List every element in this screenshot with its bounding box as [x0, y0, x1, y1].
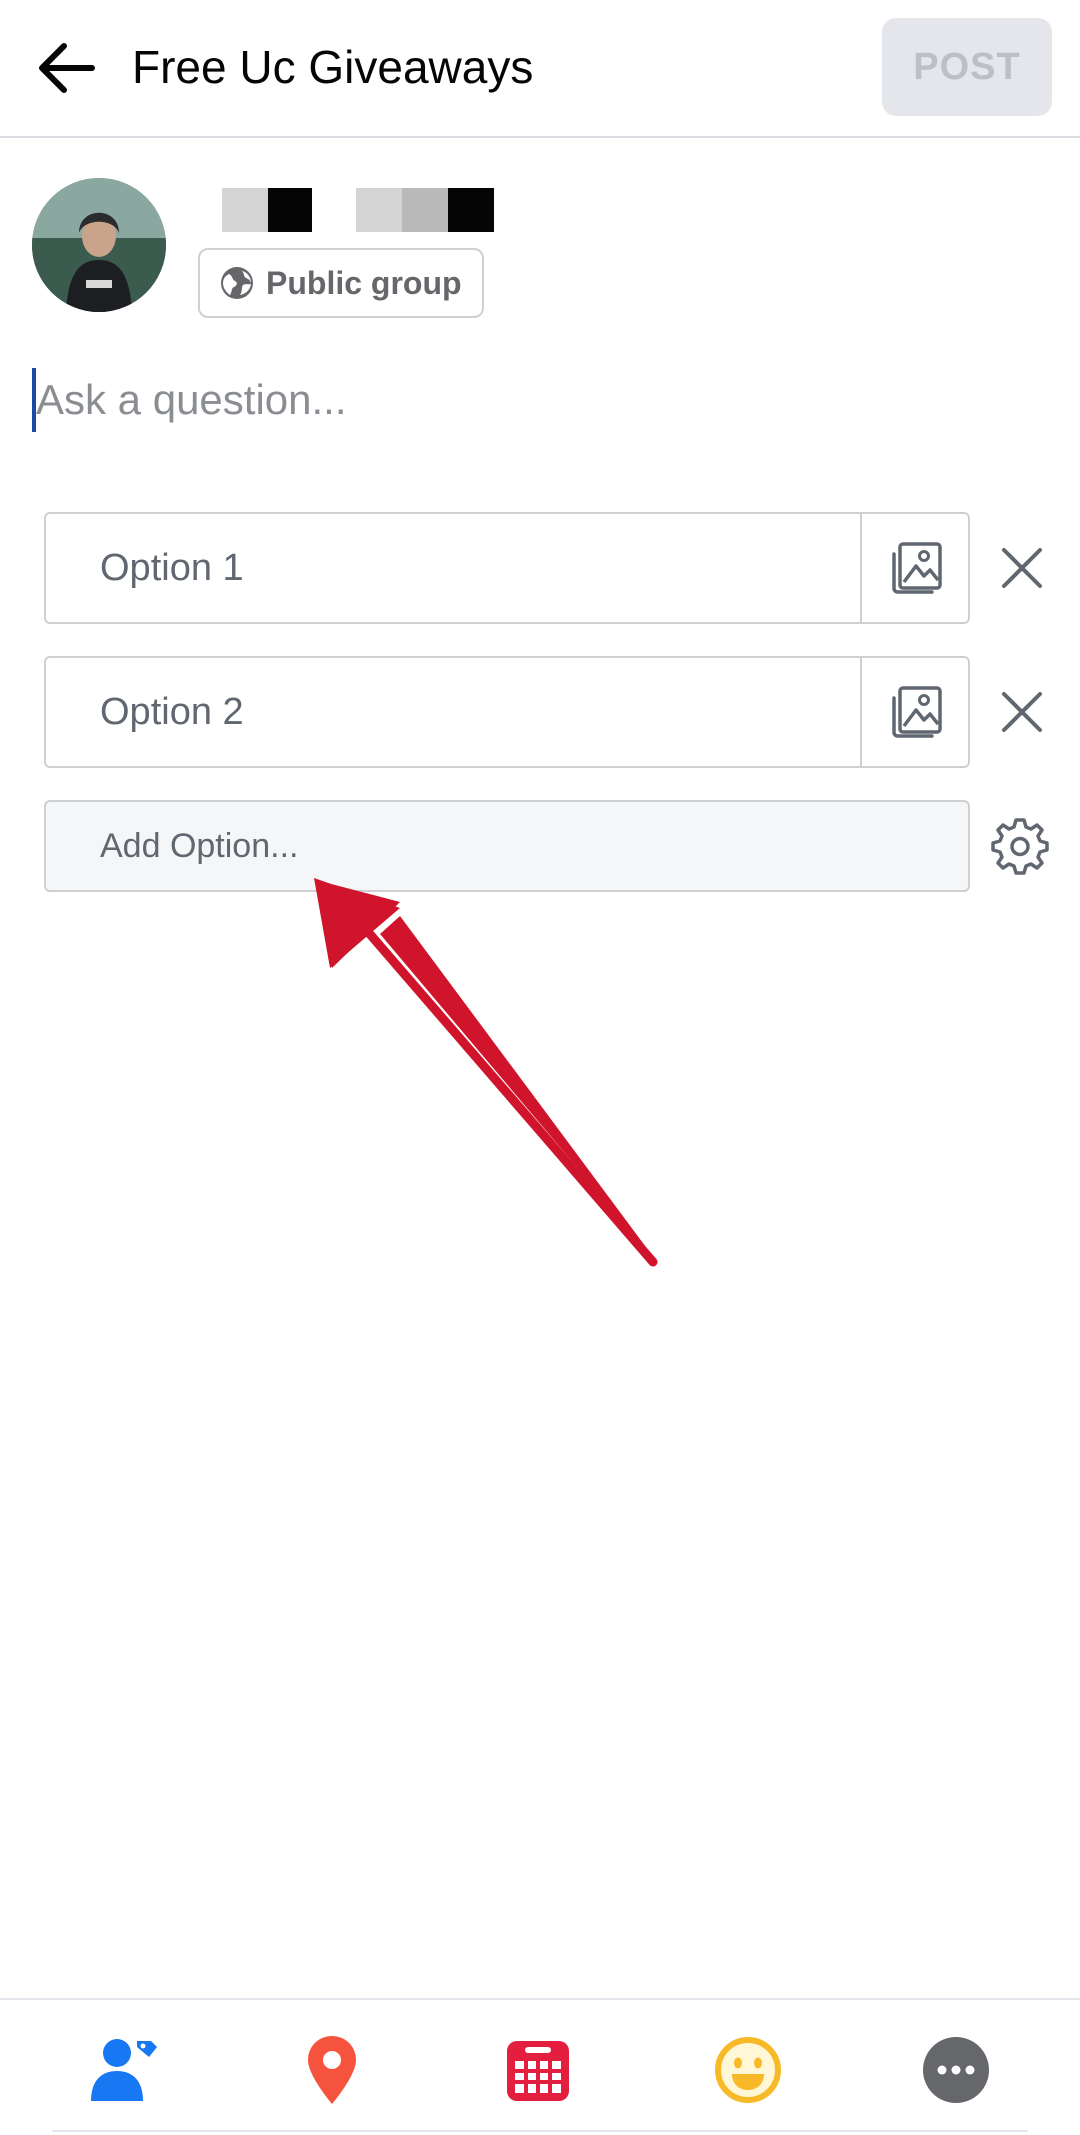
close-icon: [1002, 548, 1042, 588]
tag-people-button[interactable]: [84, 2030, 164, 2110]
author-name-redacted: [222, 188, 496, 232]
tag-people-icon: [91, 2039, 157, 2101]
remove-option-button[interactable]: [984, 674, 1060, 750]
gear-icon: [991, 818, 1049, 875]
poll-option-row: Option 2: [44, 656, 1044, 768]
photo-icon: [892, 686, 942, 738]
poll-option-label: Option 2: [100, 690, 244, 733]
poll-option-row: Option 1: [44, 512, 1044, 624]
feeling-icon: [715, 2037, 781, 2103]
add-option-label: Add Option...: [100, 826, 299, 865]
annotation-arrow: [314, 878, 658, 1267]
add-option-image-button[interactable]: [860, 658, 970, 766]
add-option-field[interactable]: Add Option...: [44, 800, 970, 892]
photo-icon: [892, 542, 942, 594]
poll-settings-button[interactable]: [982, 808, 1058, 884]
check-in-button[interactable]: [292, 2030, 372, 2110]
top-app-bar: Free Uc Giveaways POST: [0, 0, 1080, 138]
poll-option-label: Option 1: [100, 546, 244, 589]
question-placeholder: Ask a question...: [36, 376, 347, 423]
bottom-divider: [52, 2130, 1028, 2132]
more-options-button[interactable]: [916, 2030, 996, 2110]
page-title: Free Uc Giveaways: [132, 41, 534, 93]
feeling-button[interactable]: [708, 2030, 788, 2110]
event-button[interactable]: [498, 2030, 578, 2110]
more-icon: [923, 2037, 989, 2103]
location-icon: [308, 2036, 356, 2104]
back-button[interactable]: [28, 30, 104, 106]
globe-icon: [221, 267, 253, 299]
avatar: [32, 178, 166, 312]
avatar-photo: [32, 178, 166, 312]
calendar-icon: [507, 2041, 569, 2101]
add-option-image-button[interactable]: [860, 514, 970, 622]
audience-label: Public group: [266, 264, 462, 301]
poll-option-field[interactable]: Option 1: [44, 512, 970, 624]
back-arrow-icon: [39, 43, 95, 93]
create-poll-screen: Free Uc Giveaways POST Public group Ask …: [0, 0, 1080, 2135]
remove-option-button[interactable]: [984, 530, 1060, 606]
poll-option-field[interactable]: Option 2: [44, 656, 970, 768]
composer-toolbar: [0, 1998, 1080, 2135]
audience-selector[interactable]: Public group: [198, 248, 484, 318]
question-input[interactable]: Ask a question...: [32, 368, 1032, 432]
close-icon: [1002, 692, 1042, 732]
post-button[interactable]: POST: [882, 18, 1052, 116]
